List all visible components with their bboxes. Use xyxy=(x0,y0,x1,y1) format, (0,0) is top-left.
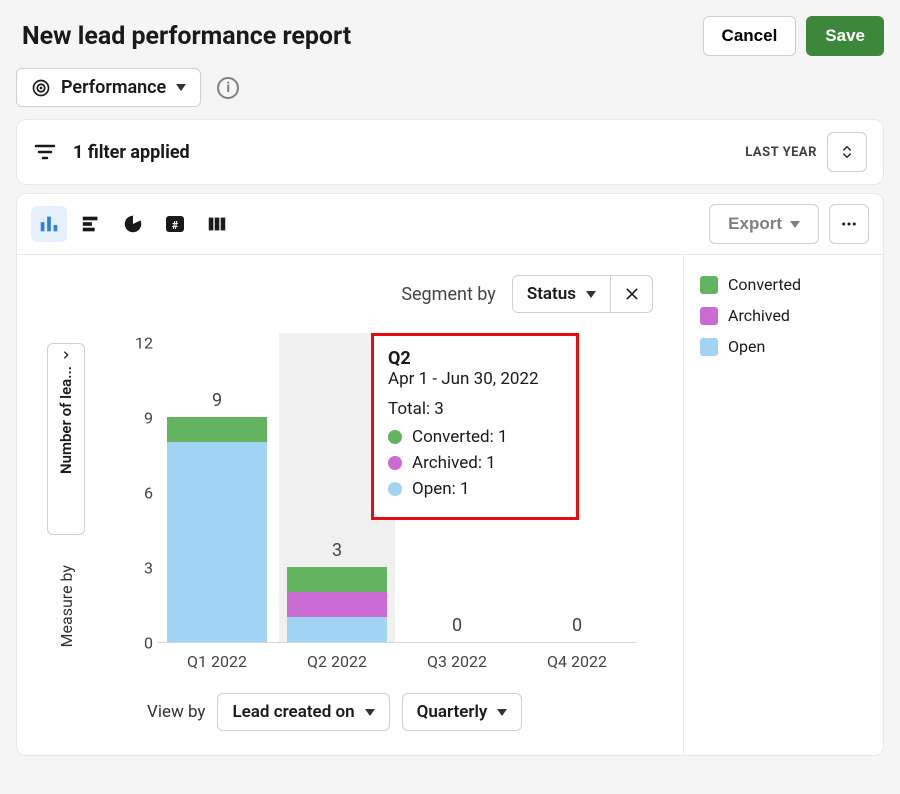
chart-bar[interactable]: 0 xyxy=(407,615,507,642)
legend-label: Archived xyxy=(728,306,790,325)
chevron-down-icon xyxy=(586,291,596,298)
save-button[interactable]: Save xyxy=(806,16,884,56)
x-tick: Q4 2022 xyxy=(527,652,627,671)
tooltip-item-label: Archived: 1 xyxy=(412,453,496,473)
tooltip-title: Q2 xyxy=(388,348,562,369)
chart-bar[interactable]: 9 xyxy=(167,390,267,642)
chart-type-scorecard[interactable]: # xyxy=(157,206,193,242)
tooltip-item-label: Open: 1 xyxy=(412,479,470,499)
tooltip-swatch xyxy=(388,456,402,470)
segment-by-group: Status xyxy=(512,275,653,313)
chevron-right-icon xyxy=(61,350,71,360)
y-tick: 6 xyxy=(127,484,153,503)
y-tick: 3 xyxy=(127,559,153,578)
chart-type-column[interactable] xyxy=(31,206,67,242)
chevron-down-icon xyxy=(365,709,375,716)
segment-by-label: Segment by xyxy=(401,284,496,305)
chart-tooltip: Q2 Apr 1 - Jun 30, 2022 Total: 3 Convert… xyxy=(371,333,579,520)
bar-segment xyxy=(287,617,387,642)
chevron-down-icon xyxy=(176,84,186,91)
segment-clear-button[interactable] xyxy=(610,276,652,312)
y-tick: 9 xyxy=(127,409,153,428)
target-icon xyxy=(31,78,51,98)
metric-label: Performance xyxy=(61,77,166,98)
tooltip-item-label: Converted: 1 xyxy=(412,427,508,447)
legend-swatch xyxy=(700,276,718,294)
filter-icon[interactable] xyxy=(33,140,57,164)
filter-bar: 1 filter applied LAST YEAR xyxy=(16,119,884,185)
tooltip-item: Open: 1 xyxy=(388,479,562,499)
legend-item[interactable]: Archived xyxy=(700,306,867,325)
chart-type-table[interactable] xyxy=(199,206,235,242)
chevron-down-icon xyxy=(790,221,800,228)
y-axis-title: Number of lea... xyxy=(57,366,75,474)
info-icon[interactable]: i xyxy=(217,77,239,99)
tooltip-subtitle: Apr 1 - Jun 30, 2022 xyxy=(388,369,562,389)
cancel-button[interactable]: Cancel xyxy=(703,16,797,56)
metric-dropdown[interactable]: Performance xyxy=(16,68,201,107)
legend-label: Open xyxy=(728,337,765,356)
tooltip-swatch xyxy=(388,430,402,444)
legend-item[interactable]: Open xyxy=(700,337,867,356)
expand-range-button[interactable] xyxy=(827,132,867,172)
legend-swatch xyxy=(700,338,718,356)
svg-text:#: # xyxy=(172,219,179,232)
bar-total-label: 0 xyxy=(572,615,582,636)
view-by-label: View by xyxy=(147,702,205,722)
bar-segment xyxy=(287,592,387,617)
bar-segment xyxy=(167,442,267,642)
bar-segment xyxy=(167,417,267,442)
more-menu-button[interactable] xyxy=(829,204,869,244)
x-tick: Q1 2022 xyxy=(167,652,267,671)
segment-by-dropdown[interactable]: Status xyxy=(513,276,610,312)
export-button[interactable]: Export xyxy=(709,204,819,244)
chevron-down-icon xyxy=(497,709,507,716)
bar-total-label: 3 xyxy=(332,540,342,561)
filter-applied-text: 1 filter applied xyxy=(73,142,190,163)
bar-total-label: 9 xyxy=(212,390,222,411)
chart-bar[interactable]: 3 xyxy=(287,540,387,642)
measure-axis-tab[interactable]: Number of lea... xyxy=(47,343,85,535)
y-tick: 0 xyxy=(127,634,153,653)
chart-type-pie[interactable] xyxy=(115,206,151,242)
chart-type-bar[interactable] xyxy=(73,206,109,242)
chart-bar[interactable]: 0 xyxy=(527,615,627,642)
date-range-label: LAST YEAR xyxy=(745,145,817,160)
x-tick: Q3 2022 xyxy=(407,652,507,671)
legend-swatch xyxy=(700,307,718,325)
tooltip-swatch xyxy=(388,482,402,496)
bar-total-label: 0 xyxy=(452,615,462,636)
y-tick: 12 xyxy=(127,334,153,353)
legend-panel: Converted Archived Open xyxy=(683,255,883,755)
view-by-granularity-dropdown[interactable]: Quarterly xyxy=(402,693,523,731)
measure-by-label: Measure by xyxy=(57,565,76,647)
view-by-field-dropdown[interactable]: Lead created on xyxy=(217,693,389,731)
tooltip-item: Archived: 1 xyxy=(388,453,562,473)
tooltip-item: Converted: 1 xyxy=(388,427,562,447)
bar-segment xyxy=(287,567,387,592)
tooltip-total: Total: 3 xyxy=(388,399,562,419)
x-tick: Q2 2022 xyxy=(287,652,387,671)
legend-label: Converted xyxy=(728,275,801,294)
legend-item[interactable]: Converted xyxy=(700,275,867,294)
page-title: New lead performance report xyxy=(22,22,351,51)
